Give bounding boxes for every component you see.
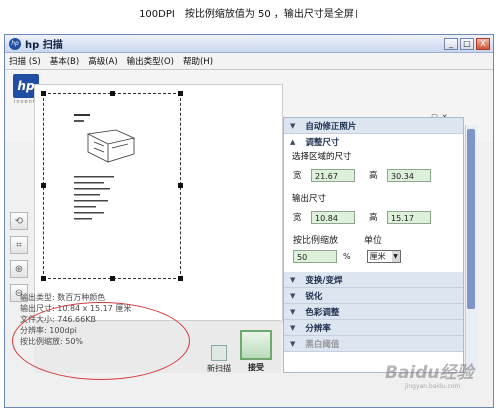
section-sharpen[interactable]: ▼ 锐化	[284, 288, 463, 304]
scale-row: 50 % 厘米 ▼	[284, 246, 463, 266]
accept-label: 接受	[248, 363, 264, 372]
settings-panel: ▼ 自动修正照片 ▲ 调整尺寸 选择区域的尺寸 宽 21.67 高 30.34 输出…	[283, 117, 464, 373]
scroll-thumb[interactable]	[467, 129, 475, 309]
collapse-icon: ▼	[290, 291, 296, 300]
section-color-adjust[interactable]: ▼ 色彩调整	[284, 304, 463, 320]
resize-handle[interactable]	[110, 276, 115, 281]
scale-field[interactable]: 50	[293, 249, 337, 263]
region-height-field[interactable]: 30.34	[387, 168, 431, 182]
select-region-label: 选择区域的尺寸	[292, 152, 352, 162]
collapse-icon: ▼	[290, 339, 296, 348]
scale-label: 按比例缩放	[293, 235, 339, 246]
scale-label-row: 按比例缩放 单位	[284, 232, 463, 246]
output-height-field[interactable]: 15.17	[387, 210, 431, 224]
resize-handle[interactable]	[41, 276, 46, 281]
close-button[interactable]: X	[476, 37, 490, 50]
window-title: hp 扫描	[25, 40, 63, 51]
accept-icon	[240, 330, 272, 360]
output-width-field[interactable]: 10.84	[311, 210, 355, 224]
collapse-icon: ▼	[290, 323, 296, 332]
unit-label: 单位	[364, 235, 383, 246]
resize-handle[interactable]	[110, 91, 115, 96]
menu-help[interactable]: 帮助(H)	[183, 55, 213, 67]
section-resolution[interactable]: ▼ 分辨率	[284, 320, 463, 336]
maximize-button[interactable]: □	[460, 37, 474, 50]
rotate-icon[interactable]: ⟲	[10, 212, 28, 230]
menu-output-type[interactable]: 输出类型(O)	[127, 55, 174, 67]
scanned-page-thumbnail	[74, 114, 136, 220]
percent-sign: %	[343, 251, 351, 261]
menu-bar: 扫描 (S) 基本(B) 高级(A) 输出类型(O) 帮助(H)	[5, 53, 493, 70]
collapse-icon: ▼	[290, 121, 296, 130]
region-width-label: 宽	[293, 171, 302, 181]
accept-button[interactable]: 接受	[237, 330, 275, 373]
collapse-icon: ▼	[290, 275, 296, 284]
title-bar: hp hp 扫描 _ □ X	[5, 35, 493, 53]
output-size-label: 输出尺寸	[292, 194, 327, 204]
section-transform[interactable]: ▼ 变换/变焊	[284, 272, 463, 288]
menu-basic[interactable]: 基本(B)	[50, 55, 79, 67]
unit-select-value: 厘米	[369, 251, 386, 261]
collapse-icon: ▼	[290, 307, 296, 316]
scan-selection[interactable]	[41, 91, 183, 281]
highlight-ellipse	[12, 302, 190, 380]
region-size-row: 宽 21.67 高 30.34	[284, 164, 463, 186]
chevron-down-icon: ▼	[391, 250, 400, 262]
watermark-url: jingyan.baidu.com	[405, 383, 461, 390]
panel-scrollbar[interactable]	[465, 125, 477, 373]
caption-text: 100DPI 按比例缩放值为 50 ，输出尺寸是全屏	[0, 5, 500, 20]
hp-app-icon: hp	[9, 37, 21, 50]
menu-scan[interactable]: 扫描 (S)	[9, 55, 41, 67]
new-scan-button[interactable]: 新扫描	[205, 345, 233, 374]
section-bw-threshold[interactable]: ▼ 黑白阈值	[284, 336, 463, 352]
crop-icon[interactable]: ⌗	[10, 236, 28, 254]
minimize-button[interactable]: _	[444, 37, 458, 50]
resize-handle[interactable]	[178, 276, 183, 281]
section-resize[interactable]: ▲ 调整尺寸	[284, 134, 463, 150]
hp-tagline: invent	[14, 99, 36, 105]
expand-icon: ▲	[290, 138, 296, 146]
unit-select[interactable]: 厘米 ▼	[366, 249, 401, 263]
watermark: Baidu经验	[385, 363, 474, 383]
region-width-field[interactable]: 21.67	[311, 168, 355, 182]
zoom-in-icon[interactable]: ⊕	[10, 260, 28, 278]
resize-handle[interactable]	[178, 91, 183, 96]
output-size-row: 宽 10.84 高 15.17	[284, 206, 463, 228]
resize-handle[interactable]	[41, 91, 46, 96]
new-scan-label: 新扫描	[207, 364, 231, 373]
output-width-label: 宽	[293, 213, 302, 223]
resize-handle[interactable]	[178, 183, 183, 188]
region-height-label: 高	[369, 171, 378, 181]
section-auto-fix[interactable]: ▼ 自动修正照片	[284, 118, 463, 134]
menu-advanced[interactable]: 高级(A)	[88, 55, 117, 67]
preview-area	[34, 84, 283, 322]
resize-handle[interactable]	[41, 183, 46, 188]
output-height-label: 高	[369, 213, 378, 223]
new-scan-icon	[211, 345, 227, 361]
